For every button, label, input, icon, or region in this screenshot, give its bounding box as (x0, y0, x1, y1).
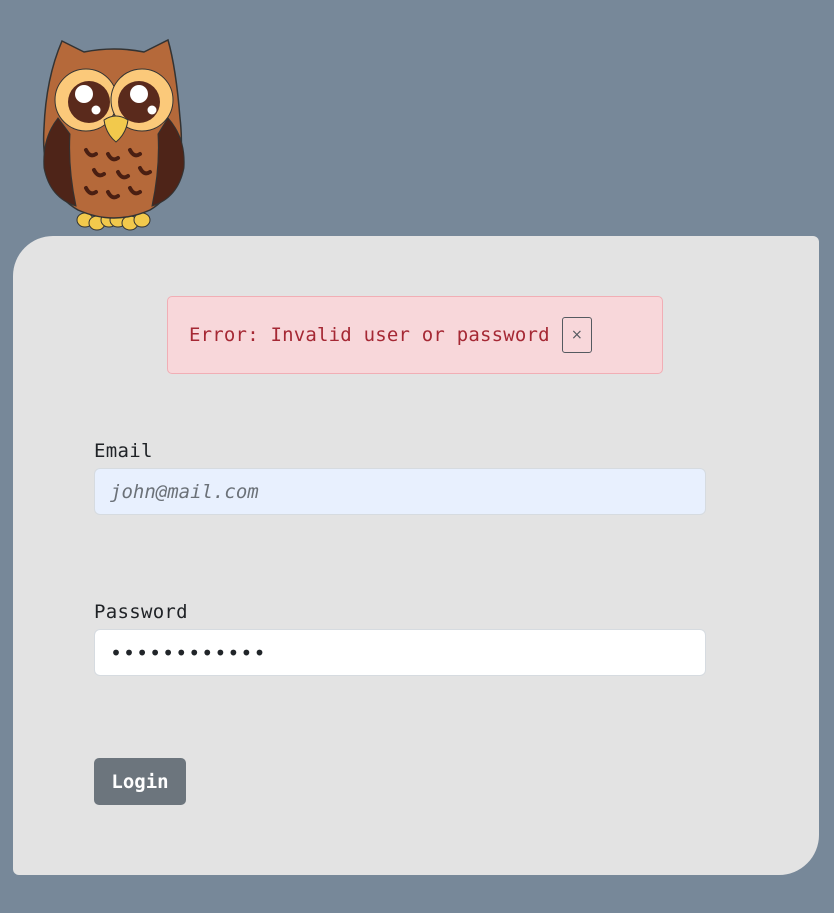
close-icon: × (570, 327, 583, 343)
error-alert: Error: Invalid user or password × (167, 296, 663, 374)
owl-icon (42, 38, 185, 231)
error-message: Error: Invalid user or password (189, 324, 550, 346)
login-card: Error: Invalid user or password × Email … (13, 236, 819, 875)
email-label: Email (94, 440, 153, 462)
login-button[interactable]: Login (94, 758, 186, 805)
email-field[interactable] (94, 468, 706, 515)
password-label: Password (94, 601, 188, 623)
close-alert-button[interactable]: × (561, 317, 592, 353)
owl-logo (40, 38, 188, 234)
password-field[interactable] (94, 629, 706, 676)
